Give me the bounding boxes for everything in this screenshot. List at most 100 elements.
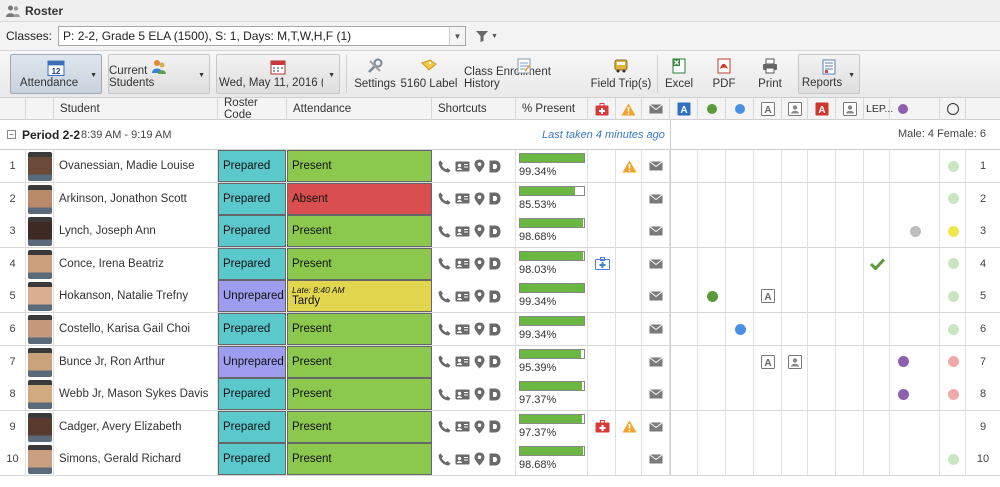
col-green-dot-header[interactable]: [698, 98, 726, 120]
col-a-red-header[interactable]: A: [808, 98, 836, 120]
gray-dot-icon[interactable]: [909, 225, 921, 237]
envelope-icon[interactable]: [648, 356, 663, 367]
purple-dot-icon[interactable]: [897, 388, 909, 400]
phone-icon[interactable]: [438, 453, 451, 466]
phone-icon[interactable]: [438, 160, 451, 173]
envelope-icon[interactable]: [648, 291, 663, 301]
attendance-cell[interactable]: Present: [287, 378, 432, 411]
details-d-icon[interactable]: [489, 192, 501, 205]
roster-code-cell[interactable]: Prepared: [218, 182, 286, 215]
student-photo[interactable]: [26, 182, 54, 215]
student-row[interactable]: 8 Webb Jr, Mason Sykes Davis Prepared Prese…: [0, 378, 1000, 412]
attendance-cell[interactable]: Present: [287, 247, 432, 280]
envelope-icon[interactable]: [648, 421, 663, 432]
student-row[interactable]: 3 Lynch, Joseph Ann Prepared Present 98.68% 3: [0, 215, 1000, 249]
phone-icon[interactable]: [438, 420, 451, 433]
warning-icon[interactable]: [622, 160, 637, 173]
contact-card-icon[interactable]: [455, 389, 470, 400]
contact-card-icon[interactable]: [455, 291, 470, 302]
map-pin-icon[interactable]: [474, 257, 485, 271]
student-photo[interactable]: [26, 150, 54, 182]
contact-card-icon[interactable]: [455, 324, 470, 335]
student-photo[interactable]: [26, 410, 54, 443]
details-d-icon[interactable]: [489, 420, 501, 433]
details-d-icon[interactable]: [489, 160, 501, 173]
settings-button[interactable]: Settings: [352, 54, 398, 94]
collapse-toggle[interactable]: −: [7, 130, 16, 139]
letter-a-gray-icon[interactable]: A: [761, 289, 775, 304]
map-pin-icon[interactable]: [474, 289, 485, 303]
details-d-icon[interactable]: [489, 290, 501, 303]
student-name[interactable]: Hokanson, Natalie Trefny: [54, 280, 218, 313]
roster-code-cell[interactable]: Prepared: [218, 215, 286, 248]
map-pin-icon[interactable]: [474, 159, 485, 173]
student-photo[interactable]: [26, 345, 54, 378]
roster-code-cell[interactable]: Prepared: [218, 378, 286, 411]
envelope-icon[interactable]: [648, 226, 663, 236]
attendance-cell[interactable]: Present: [287, 443, 432, 476]
details-d-icon[interactable]: [489, 225, 501, 238]
map-pin-icon[interactable]: [474, 192, 485, 206]
light-green-dot-icon[interactable]: [947, 453, 959, 465]
contact-card-icon[interactable]: [455, 421, 470, 432]
student-row[interactable]: 1 Ovanessian, Madie Louise Prepared Present…: [0, 150, 1000, 183]
student-name[interactable]: Webb Jr, Mason Sykes Davis: [54, 378, 218, 411]
student-name[interactable]: Bunce Jr, Ron Arthur: [54, 345, 218, 378]
attendance-cell[interactable]: Present: [287, 150, 432, 182]
contact-card-icon[interactable]: [455, 161, 470, 172]
roster-code-cell[interactable]: Prepared: [218, 410, 286, 443]
details-d-icon[interactable]: [489, 355, 501, 368]
map-pin-icon[interactable]: [474, 452, 485, 466]
field-trips-button[interactable]: Field Trip(s): [590, 54, 652, 94]
attendance-cell[interactable]: Late: 8:40 AM Tardy: [287, 280, 432, 313]
contact-card-icon[interactable]: [455, 258, 470, 269]
map-pin-icon[interactable]: [474, 322, 485, 336]
attendance-button[interactable]: 12 Attendance ▼: [10, 54, 102, 94]
col-a-blue-header[interactable]: A: [670, 98, 698, 120]
filter-button[interactable]: ▼: [476, 30, 498, 42]
label-5160-button[interactable]: 5160 Label: [400, 54, 458, 94]
roster-code-cell[interactable]: Unprepared: [218, 280, 286, 313]
col-alert-header[interactable]: [616, 98, 642, 120]
student-row[interactable]: 4 Conce, Irena Beatriz Prepared Present 98.0…: [0, 247, 1000, 281]
student-name[interactable]: Costello, Karisa Gail Choi: [54, 313, 218, 345]
light-green-dot-icon[interactable]: [947, 323, 959, 335]
print-button[interactable]: Print: [752, 54, 788, 94]
col-id-card-header[interactable]: [782, 98, 808, 120]
col-purple-dot-header[interactable]: [890, 98, 940, 120]
attendance-cell[interactable]: Present: [287, 345, 432, 378]
envelope-icon[interactable]: [648, 193, 663, 204]
attendance-cell[interactable]: Present: [287, 313, 432, 345]
envelope-icon[interactable]: [648, 389, 663, 399]
class-select[interactable]: P: 2-2, Grade 5 ELA (1500), S: 1, Days: …: [58, 26, 467, 46]
contact-card-icon[interactable]: [455, 356, 470, 367]
checkmark-icon[interactable]: [869, 258, 885, 270]
envelope-icon[interactable]: [648, 324, 663, 334]
letter-a-gray-icon[interactable]: A: [761, 354, 775, 369]
class-enrollment-history-button[interactable]: Class Enrollment History: [464, 54, 584, 94]
light-green-dot-icon[interactable]: [947, 160, 959, 172]
phone-icon[interactable]: [438, 225, 451, 238]
phone-icon[interactable]: [438, 257, 451, 270]
roster-code-cell[interactable]: Unprepared: [218, 345, 286, 378]
col-lep-header[interactable]: LEP...: [864, 98, 893, 120]
light-green-dot-icon[interactable]: [947, 193, 959, 205]
student-row[interactable]: 7 Bunce Jr, Ron Arthur Unprepared Present 95…: [0, 345, 1000, 379]
student-row[interactable]: 5 Hokanson, Natalie Trefny Unprepared Late:…: [0, 280, 1000, 314]
col-percent-present-header[interactable]: % Present: [516, 98, 588, 120]
current-students-button[interactable]: Current Students ▼: [108, 54, 210, 94]
roster-code-cell[interactable]: Prepared: [218, 247, 286, 280]
map-pin-icon[interactable]: [474, 355, 485, 369]
pink-dot-icon[interactable]: [947, 356, 959, 368]
student-row[interactable]: 9 Cadger, Avery Elizabeth Prepared Present 9…: [0, 410, 1000, 444]
light-green-dot-icon[interactable]: [947, 258, 959, 270]
map-pin-icon[interactable]: [474, 387, 485, 401]
student-name[interactable]: Conce, Irena Beatriz: [54, 247, 218, 280]
phone-icon[interactable]: [438, 192, 451, 205]
medical-kit-outline-icon[interactable]: [594, 257, 610, 271]
light-green-dot-icon[interactable]: [947, 290, 959, 302]
student-name[interactable]: Simons, Gerald Richard: [54, 443, 218, 476]
map-pin-icon[interactable]: [474, 224, 485, 238]
roster-code-cell[interactable]: Prepared: [218, 443, 286, 476]
student-row[interactable]: 10 Simons, Gerald Richard Prepared Present 9…: [0, 443, 1000, 477]
